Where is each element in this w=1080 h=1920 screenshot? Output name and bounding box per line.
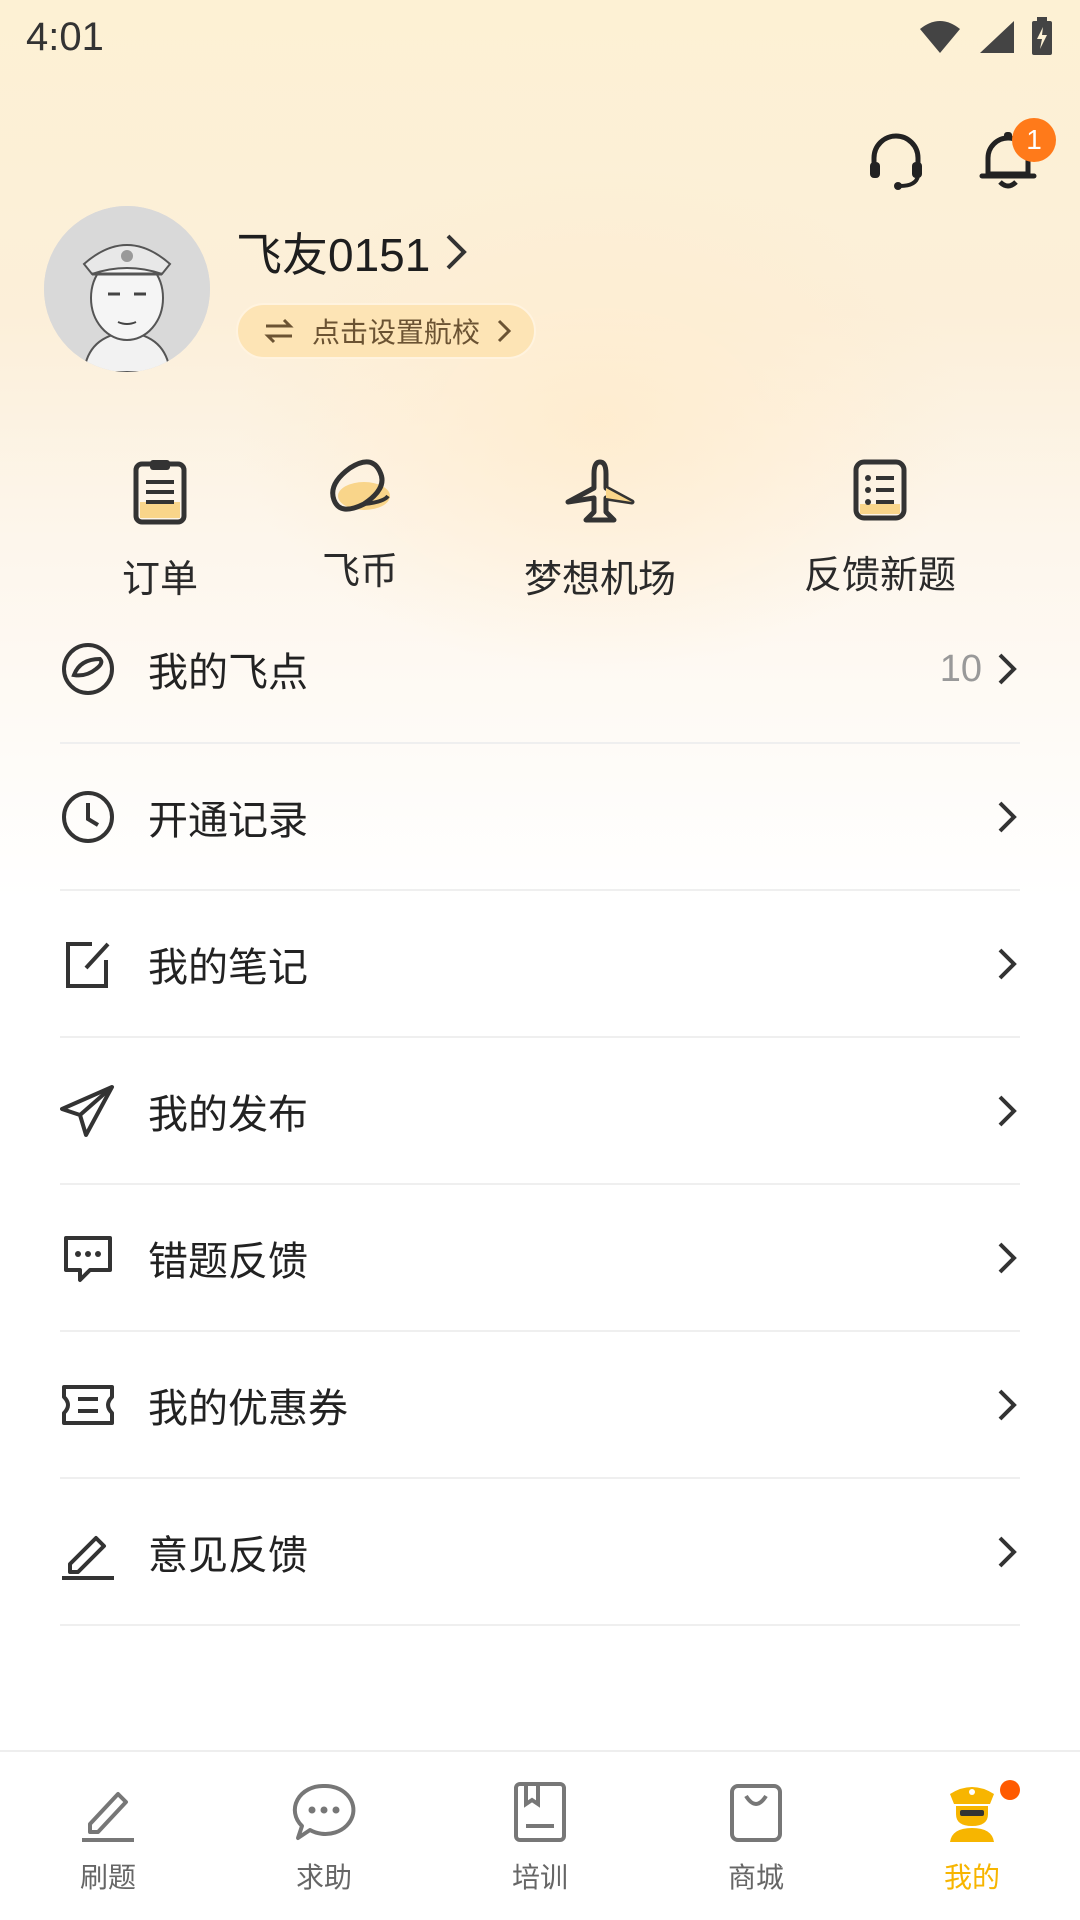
headset-icon — [870, 133, 922, 190]
tab-practice[interactable]: 刷题 — [0, 1752, 216, 1920]
header-actions: 1 — [864, 118, 1056, 192]
username: 飞友0151 — [236, 229, 431, 281]
coupon-icon — [60, 1377, 116, 1433]
airplane-icon — [565, 459, 635, 523]
pen-icon — [60, 1524, 116, 1580]
status-time: 4:01 — [26, 14, 104, 59]
menu-label: 我的发布 — [148, 1091, 308, 1138]
tab-label: 刷题 — [79, 1861, 136, 1894]
tab-mall[interactable]: 商城 — [648, 1752, 864, 1920]
chevron-right-icon — [996, 649, 1020, 689]
order-clipboard-icon — [133, 460, 187, 525]
chevron-right-icon — [996, 797, 1020, 837]
menu-label: 我的飞点 — [148, 650, 308, 696]
chevron-right-icon — [996, 1385, 1020, 1425]
flight-points-icon — [60, 641, 116, 697]
set-school-label: 点击设置航校 — [312, 316, 481, 349]
menu-item-suggestions[interactable]: 意见反馈 — [60, 1479, 1020, 1626]
chevron-right-icon — [996, 1238, 1020, 1278]
set-school-button[interactable]: 点击设置航校 — [236, 303, 537, 359]
switch-arrows-icon — [264, 318, 294, 344]
flight-points-value: 10 — [939, 647, 982, 690]
bottom-tab-bar: 刷题 求助 培训 商城 我的 — [0, 1750, 1080, 1920]
menu-item-my-posts[interactable]: 我的发布 — [60, 1038, 1020, 1185]
profile-info: 飞友0151 点击设置航校 — [236, 219, 537, 359]
menu-list: 我的飞点 10 开通记录 我的笔记 我的发布 错题反馈 我的优惠券 意见反馈 — [60, 643, 1020, 1626]
chevron-right-icon — [996, 944, 1020, 984]
tab-label: 培训 — [511, 1861, 568, 1894]
paper-plane-icon — [60, 1083, 116, 1139]
menu-label: 我的优惠券 — [148, 1385, 348, 1432]
chat-bubble-icon — [60, 1230, 116, 1286]
tab-label: 我的 — [943, 1861, 1000, 1894]
tab-mine[interactable]: 我的 — [864, 1752, 1080, 1920]
chevron-right-icon — [446, 234, 468, 270]
pilot-avatar-image — [44, 206, 210, 372]
quick-label: 订单 — [121, 557, 198, 601]
chevron-right-icon — [996, 1532, 1020, 1572]
pen-underline-icon — [82, 1792, 134, 1842]
menu-item-my-notes[interactable]: 我的笔记 — [60, 891, 1020, 1038]
quick-dream-airport[interactable]: 梦想机场 — [520, 458, 680, 603]
customer-service-button[interactable] — [864, 128, 928, 192]
quick-feedback-new[interactable]: 反馈新题 — [800, 458, 960, 599]
shopping-bag-icon — [730, 1784, 782, 1842]
tab-training[interactable]: 培训 — [432, 1752, 648, 1920]
status-icons — [918, 17, 1054, 57]
avatar[interactable] — [44, 206, 210, 372]
chevron-right-icon — [497, 319, 512, 343]
menu-label: 错题反馈 — [148, 1238, 308, 1285]
clock-icon — [60, 789, 116, 845]
quick-label: 梦想机场 — [523, 557, 676, 601]
quick-label: 飞币 — [321, 549, 398, 593]
feedback-list-icon — [853, 459, 907, 521]
signal-icon — [980, 21, 1014, 53]
tab-unread-dot — [1000, 1780, 1020, 1800]
menu-label: 意见反馈 — [148, 1532, 308, 1579]
menu-label: 开通记录 — [148, 797, 308, 844]
wifi-icon — [920, 21, 960, 53]
quick-order[interactable]: 订单 — [100, 458, 220, 603]
notification-badge: 1 — [1012, 118, 1056, 162]
chat-dots-icon — [292, 1783, 356, 1840]
tab-label: 商城 — [727, 1861, 784, 1894]
menu-label: 我的笔记 — [148, 944, 308, 991]
menu-item-activation-records[interactable]: 开通记录 — [60, 744, 1020, 891]
status-bar: 4:01 — [0, 0, 1080, 74]
quick-coin[interactable]: 飞币 — [300, 458, 420, 595]
book-icon — [514, 1782, 566, 1842]
username-row[interactable]: 飞友0151 — [236, 219, 536, 285]
tab-help[interactable]: 求助 — [216, 1752, 432, 1920]
menu-item-flight-points[interactable]: 我的飞点 10 — [60, 596, 1020, 744]
menu-item-error-feedback[interactable]: 错题反馈 — [60, 1185, 1020, 1332]
battery-icon — [1032, 17, 1052, 55]
chevron-right-icon — [996, 1091, 1020, 1131]
pilot-avatar-icon — [950, 1787, 994, 1842]
profile-section: 飞友0151 点击设置航校 — [44, 206, 537, 372]
notification-button[interactable]: 1 — [976, 118, 1056, 192]
menu-item-my-coupons[interactable]: 我的优惠券 — [60, 1332, 1020, 1479]
tab-label: 求助 — [295, 1861, 352, 1894]
note-edit-icon — [60, 936, 116, 992]
flight-coin-icon — [330, 459, 390, 512]
quick-label: 反馈新题 — [803, 553, 956, 597]
